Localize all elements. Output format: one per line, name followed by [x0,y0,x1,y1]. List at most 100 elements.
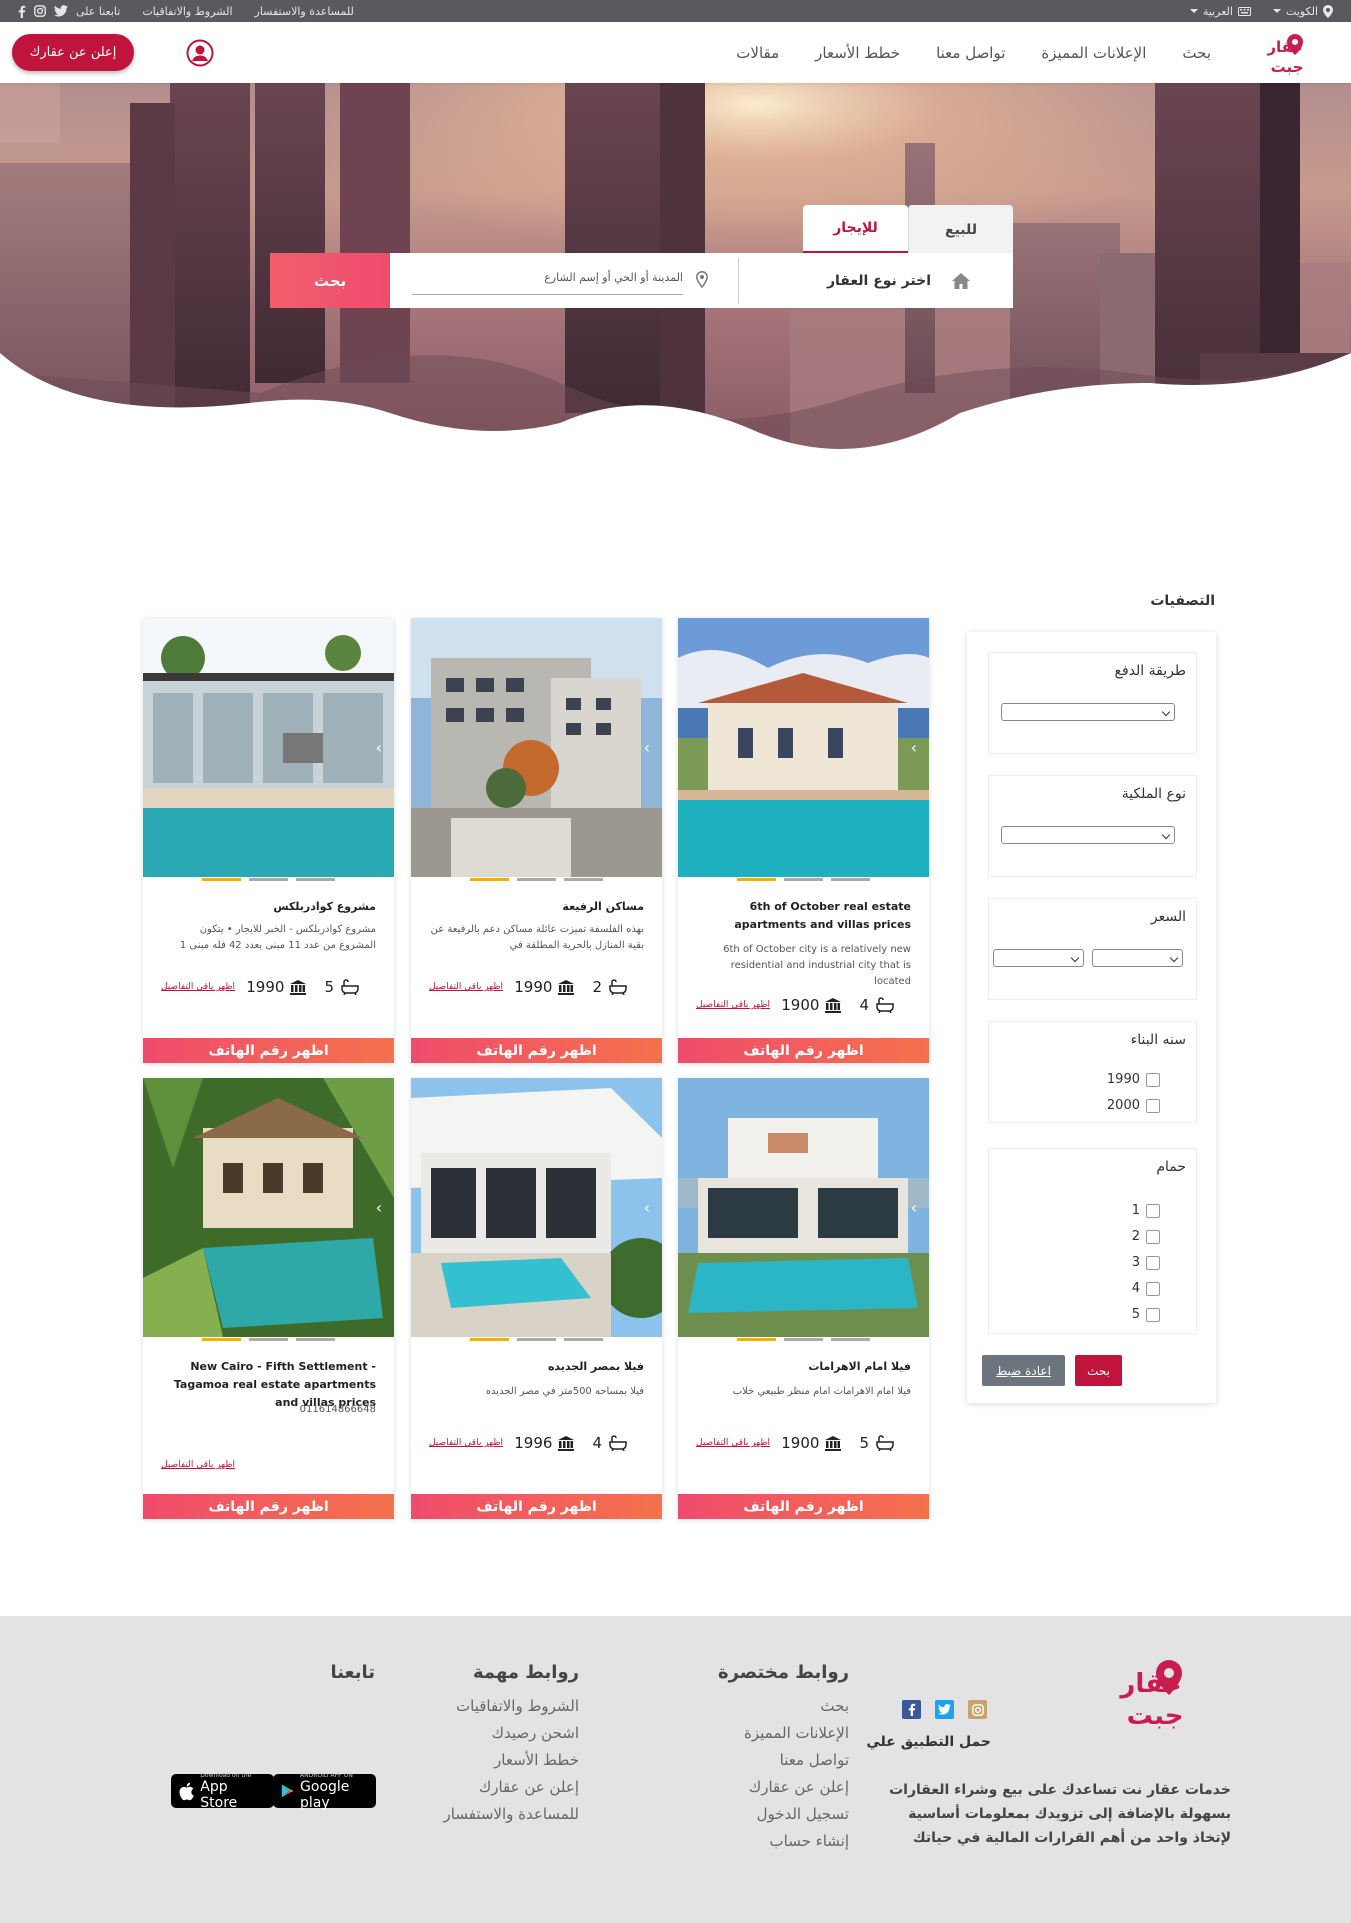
checkbox[interactable] [1146,1307,1160,1322]
bathroom-option[interactable]: 1 [1132,1203,1160,1218]
footer-link[interactable]: للمساعدة والاستفسار [444,1805,579,1832]
listing-card[interactable]: › New Cairo - Fifth Settlement - Tagamoa… [143,1078,394,1519]
carousel-indicator[interactable] [831,878,870,881]
listing-title[interactable]: 6th of October real estate apartments an… [696,898,911,934]
carousel-indicator[interactable] [517,1338,556,1341]
carousel-indicator[interactable] [517,878,556,881]
footer-link[interactable]: الشروط والاتفاقيات [444,1697,579,1724]
listing-card[interactable]: › مساكن الرفيعة بهذه الفلسفة تميزت عائلة… [411,618,662,1063]
image-carousel-indicators[interactable] [411,878,662,881]
build-year-option[interactable]: 2000 [1107,1098,1160,1113]
nav-contact[interactable]: تواصل معنا [936,44,1005,62]
app-store-badge[interactable]: Download on the App Store [171,1772,274,1811]
country-selector[interactable]: الكويت [1272,4,1333,18]
footer-link[interactable]: تواصل معنا [718,1751,849,1778]
footer-link[interactable]: الإعلانات المميزة [718,1724,849,1751]
carousel-indicator[interactable] [564,878,603,881]
instagram-icon[interactable] [968,1700,987,1719]
image-carousel-indicators[interactable] [678,1338,929,1341]
build-year-option[interactable]: 1990 [1107,1072,1160,1087]
filter-reset-button[interactable]: اعادة ضبط [982,1355,1065,1386]
image-carousel-indicators[interactable] [143,1338,394,1341]
property-type-select[interactable]: اختر نوع العقار [739,253,1013,308]
filter-search-button[interactable]: بحث [1075,1355,1122,1386]
facebook-icon[interactable] [902,1700,921,1719]
chevron-right-icon[interactable]: › [644,738,650,757]
listing-title[interactable]: مساكن الرفيعة [429,898,644,916]
carousel-indicator[interactable] [296,878,335,881]
bathroom-option[interactable]: 5 [1132,1307,1160,1322]
show-phone-button[interactable]: اظهر رقم الهاتف [411,1038,662,1063]
ownership-type-select[interactable] [1001,826,1175,844]
show-phone-button[interactable]: اظهر رقم الهاتف [143,1494,394,1519]
twitter-icon[interactable] [54,5,68,17]
carousel-indicator[interactable] [784,1338,823,1341]
carousel-indicator[interactable] [470,878,509,881]
footer-link[interactable]: اشحن رصيدك [444,1724,579,1751]
instagram-icon[interactable] [34,5,46,17]
show-more-details-link[interactable]: اظهر باقي التفاصيل [696,1438,770,1448]
bathroom-option[interactable]: 3 [1132,1255,1160,1270]
carousel-indicator[interactable] [296,1338,335,1341]
nav-featured[interactable]: الإعلانات المميزة [1041,44,1146,62]
image-carousel-indicators[interactable] [143,878,394,881]
terms-link[interactable]: الشروط والاتفاقيات [142,5,232,18]
nav-search[interactable]: بحث [1182,44,1211,62]
show-phone-button[interactable]: اظهر رقم الهاتف [411,1494,662,1519]
show-more-details-link[interactable]: اظهر باقي التفاصيل [696,1000,770,1010]
show-more-details-link[interactable]: اظهر باقي التفاصيل [161,1460,235,1470]
checkbox[interactable] [1146,1281,1160,1296]
listing-card[interactable]: › 6th of October real estate apartments … [678,618,929,1063]
chevron-right-icon[interactable]: › [376,1198,382,1217]
listing-title[interactable]: فيلا بمصر الجديده [429,1358,644,1376]
carousel-indicator[interactable] [564,1338,603,1341]
carousel-indicator[interactable] [831,1338,870,1341]
show-phone-button[interactable]: اظهر رقم الهاتف [678,1494,929,1519]
show-more-details-link[interactable]: اظهر باقي التفاصيل [161,982,235,992]
carousel-indicator[interactable] [784,878,823,881]
show-more-details-link[interactable]: اظهر باقي التفاصيل [429,982,503,992]
carousel-indicator[interactable] [202,1338,241,1341]
bathroom-option[interactable]: 4 [1132,1281,1160,1296]
carousel-indicator[interactable] [737,1338,776,1341]
footer-link[interactable]: تسجيل الدخول [718,1805,849,1832]
payment-method-select[interactable] [1001,703,1175,721]
footer-link[interactable]: إعلن عن عقارك [444,1778,579,1805]
carousel-indicator[interactable] [470,1338,509,1341]
user-icon[interactable] [186,39,214,67]
checkbox[interactable] [1146,1203,1160,1218]
listing-title[interactable]: مشروع كوادربلكس [161,898,376,916]
price-max-select[interactable] [1092,949,1183,967]
footer-link[interactable]: إنشاء حساب [718,1832,849,1859]
image-carousel-indicators[interactable] [411,1338,662,1341]
carousel-indicator[interactable] [249,878,288,881]
nav-articles[interactable]: مقالات [736,44,779,62]
footer-link[interactable]: إعلن عن عقارك [718,1778,849,1805]
listing-card[interactable]: › مشروع كوادربلكس مشروع كوادربلكس - الخب… [143,618,394,1063]
show-more-details-link[interactable]: اظهر باقي التفاصيل [429,1438,503,1448]
price-min-select[interactable] [993,949,1084,967]
carousel-indicator[interactable] [737,878,776,881]
listing-card[interactable]: › فيلا امام الاهرامات فيلا امام الاهراما… [678,1078,929,1519]
footer-link[interactable]: بحث [718,1697,849,1724]
carousel-indicator[interactable] [202,878,241,881]
help-link[interactable]: للمساعدة والاستفسار [255,5,354,18]
tab-rent[interactable]: للإيجار [803,205,908,254]
listing-title[interactable]: فيلا امام الاهرامات [696,1358,911,1376]
hero-search-button[interactable]: بحث [270,253,390,308]
carousel-indicator[interactable] [249,1338,288,1341]
twitter-icon[interactable] [935,1700,954,1719]
footer-logo[interactable]: عقار جبت [1099,1652,1201,1734]
location-search-input[interactable]: المدينة أو الحي أو إسم الشارع [390,253,738,308]
nav-pricing[interactable]: خطط الأسعار [815,44,900,62]
footer-link[interactable]: خطط الأسعار [444,1751,579,1778]
language-selector[interactable]: العربية [1189,5,1251,18]
image-carousel-indicators[interactable] [678,878,929,881]
listing-card[interactable]: › فيلا بمصر الجديده فيلا بمساحه 500متر ف… [411,1078,662,1519]
checkbox[interactable] [1146,1255,1160,1270]
tab-sale[interactable]: للبيع [908,205,1013,254]
chevron-right-icon[interactable]: › [376,738,382,757]
post-property-button[interactable]: إعلن عن عقارك [12,34,134,71]
chevron-right-icon[interactable]: › [644,1198,650,1217]
chevron-right-icon[interactable]: › [911,1198,917,1217]
